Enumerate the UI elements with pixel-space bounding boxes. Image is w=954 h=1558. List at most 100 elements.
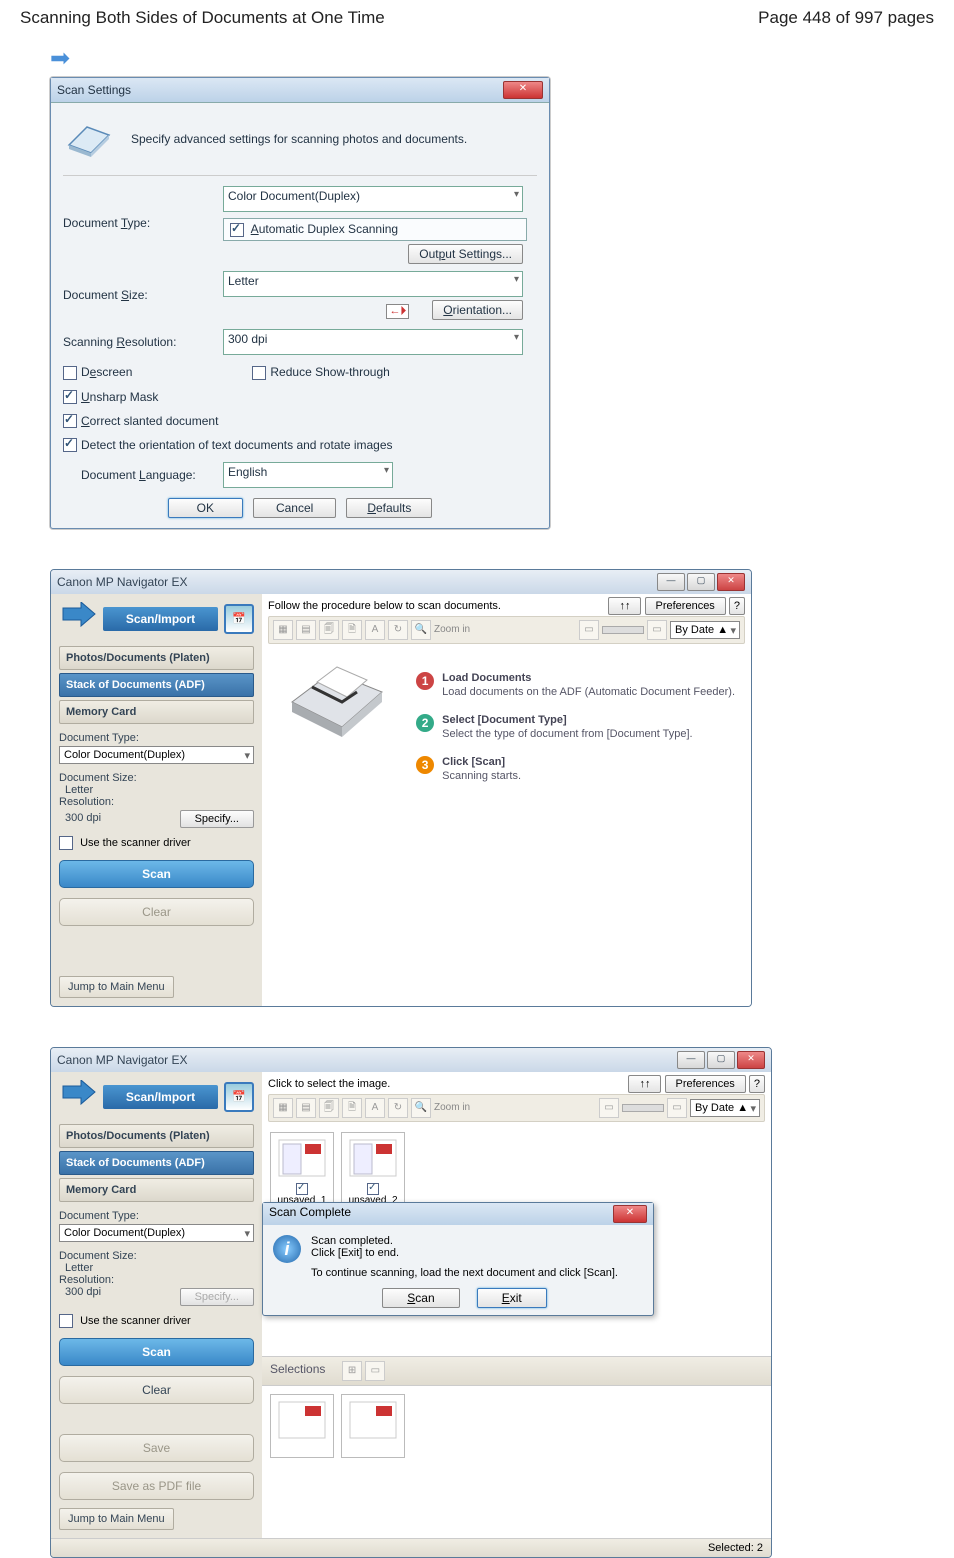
deselect-icon[interactable]: ▭ <box>365 1361 385 1381</box>
scan-button[interactable]: Scan <box>59 1338 254 1366</box>
minimize-icon[interactable]: — <box>657 573 685 591</box>
toolbar-icon: ▭ <box>647 620 667 640</box>
ok-button[interactable]: OK <box>168 498 243 518</box>
next-arrow-icon: ➡ <box>50 44 954 73</box>
sort-combo[interactable]: By Date ▲ <box>670 621 740 639</box>
jump-main-menu-link[interactable]: Jump to Main Menu <box>59 976 174 998</box>
doc-type-combo[interactable]: Color Document(Duplex) <box>59 746 254 764</box>
doc-size-label: Document Size: <box>63 288 223 302</box>
calendar-icon[interactable]: 📅 <box>224 1082 254 1112</box>
step-1-icon: 1 <box>416 672 434 690</box>
zoom-icon: 🔍 <box>411 620 431 640</box>
status-bar: Selected: 2 <box>51 1538 771 1557</box>
toolbar-icon: ▦ <box>273 1098 293 1118</box>
descreen-checkbox[interactable] <box>63 366 77 380</box>
scanner-icon <box>67 121 111 157</box>
unsharp-checkbox[interactable] <box>63 390 77 404</box>
page-number: Page 448 of 997 pages <box>758 8 934 28</box>
clear-button[interactable]: Clear <box>59 1376 254 1404</box>
doc-type-label: Document Type: <box>63 216 223 230</box>
toolbar-icon: ▭ <box>599 1098 619 1118</box>
save-button: Save <box>59 1434 254 1462</box>
specify-button[interactable]: Specify... <box>180 810 254 828</box>
thumb-checkbox[interactable] <box>296 1183 308 1195</box>
toolbar-icon: 🗎 <box>342 620 362 640</box>
toolbar-icon: 🗐 <box>319 1098 339 1118</box>
help-button[interactable]: ? <box>729 597 745 615</box>
doc-type-label: Document Type: <box>59 1210 254 1222</box>
close-icon[interactable]: ✕ <box>613 1205 647 1223</box>
toolbar-icon: 🗐 <box>319 620 339 640</box>
mode-platen-button[interactable]: Photos/Documents (Platen) <box>59 1124 254 1148</box>
doc-type-combo[interactable]: Color Document(Duplex) <box>59 1224 254 1242</box>
step-2-icon: 2 <box>416 714 434 732</box>
close-icon[interactable]: ✕ <box>717 573 745 591</box>
thumb-checkbox[interactable] <box>367 1183 379 1195</box>
detect-label: Detect the orientation of text documents… <box>81 438 393 452</box>
sort-toggle[interactable]: ↑↑ <box>608 597 641 615</box>
mode-memory-button[interactable]: Memory Card <box>59 1178 254 1202</box>
use-driver-checkbox[interactable] <box>59 1314 73 1328</box>
toolbar-icon: ▭ <box>667 1098 687 1118</box>
resolution-value: 300 dpi <box>65 1286 101 1306</box>
reduce-checkbox[interactable] <box>252 366 266 380</box>
resolution-combo[interactable]: 300 dpi <box>223 329 523 355</box>
doc-type-label: Document Type: <box>59 732 254 744</box>
sort-toggle[interactable]: ↑↑ <box>628 1075 661 1093</box>
popup-title: Scan Complete <box>269 1205 351 1223</box>
page-title: Scanning Both Sides of Documents at One … <box>20 8 385 28</box>
use-driver-checkbox[interactable] <box>59 836 73 850</box>
selection-thumb[interactable] <box>341 1394 405 1458</box>
popup-scan-button[interactable]: Scan <box>382 1288 459 1308</box>
orientation-button[interactable]: Orientation... <box>432 300 523 320</box>
window-title: Canon MP Navigator EX <box>57 575 188 589</box>
info-icon: i <box>273 1235 301 1263</box>
doc-size-combo[interactable]: Letter <box>223 271 523 297</box>
auto-duplex-checkbox[interactable] <box>230 223 244 237</box>
window-title: Canon MP Navigator EX <box>57 1053 188 1067</box>
select-all-icon[interactable]: ⊞ <box>342 1361 362 1381</box>
thumbnail[interactable]: unsaved_2 <box>341 1132 405 1206</box>
save-pdf-button: Save as PDF file <box>59 1472 254 1500</box>
cancel-button[interactable]: Cancel <box>253 498 336 518</box>
selection-thumb[interactable] <box>270 1394 334 1458</box>
scan-complete-dialog: Scan Complete ✕ i Scan completed. Click … <box>262 1202 654 1316</box>
toolbar-icon: ▦ <box>273 620 293 640</box>
preferences-button[interactable]: Preferences <box>645 597 726 615</box>
slanted-checkbox[interactable] <box>63 414 77 428</box>
jump-main-menu-link[interactable]: Jump to Main Menu <box>59 1508 174 1530</box>
popup-exit-button[interactable]: Exit <box>477 1288 547 1308</box>
navigator-window: Canon MP Navigator EX — ▢ ✕ Scan/Import … <box>50 569 752 1007</box>
mode-adf-button[interactable]: Stack of Documents (ADF) <box>59 673 254 697</box>
use-driver-label: Use the scanner driver <box>80 1315 191 1327</box>
detect-checkbox[interactable] <box>63 438 77 452</box>
popup-line1: Scan completed. <box>311 1235 618 1247</box>
step-3-icon: 3 <box>416 756 434 774</box>
help-button[interactable]: ? <box>749 1075 765 1093</box>
minimize-icon[interactable]: — <box>677 1051 705 1069</box>
step-1-title: Load Documents <box>442 672 735 684</box>
maximize-icon[interactable]: ▢ <box>687 573 715 591</box>
selections-label: Selections <box>270 1362 325 1376</box>
close-icon[interactable]: ✕ <box>503 81 543 99</box>
thumbnail[interactable]: unsaved_1 <box>270 1132 334 1206</box>
maximize-icon[interactable]: ▢ <box>707 1051 735 1069</box>
zoom-slider <box>622 1104 664 1112</box>
rotate-icon: ↻ <box>388 620 408 640</box>
scan-button[interactable]: Scan <box>59 860 254 888</box>
dialog-title: Scan Settings <box>57 83 131 97</box>
defaults-button[interactable]: Defaults <box>346 498 432 518</box>
preferences-button[interactable]: Preferences <box>665 1075 746 1093</box>
mode-adf-button[interactable]: Stack of Documents (ADF) <box>59 1151 254 1175</box>
lang-label: Document Language: <box>81 468 223 482</box>
close-icon[interactable]: ✕ <box>737 1051 765 1069</box>
unsharp-label: Unsharp Mask <box>81 390 158 404</box>
output-settings-button[interactable]: Output Settings... <box>408 244 523 264</box>
lang-combo[interactable]: English <box>223 462 393 488</box>
mode-platen-button[interactable]: Photos/Documents (Platen) <box>59 646 254 670</box>
sort-combo[interactable]: By Date ▲ <box>690 1099 760 1117</box>
doc-type-combo[interactable]: Color Document(Duplex) <box>223 186 523 212</box>
mode-memory-button[interactable]: Memory Card <box>59 700 254 724</box>
calendar-icon[interactable]: 📅 <box>224 604 254 634</box>
zoom-icon: 🔍 <box>411 1098 431 1118</box>
